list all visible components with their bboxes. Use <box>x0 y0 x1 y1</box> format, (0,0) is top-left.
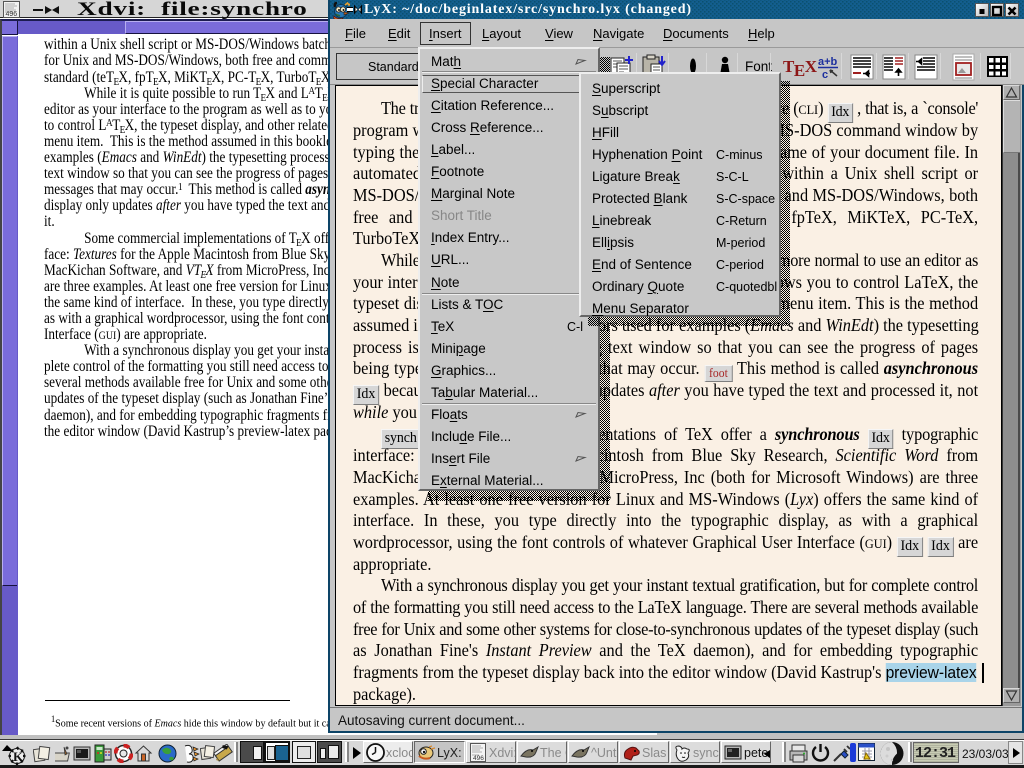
svg-text:496: 496 <box>6 11 18 18</box>
svg-text:c: c <box>822 69 828 80</box>
svg-text:K: K <box>13 749 24 764</box>
svg-text:496: 496 <box>473 755 484 762</box>
svg-text:a+b: a+b <box>818 56 838 68</box>
